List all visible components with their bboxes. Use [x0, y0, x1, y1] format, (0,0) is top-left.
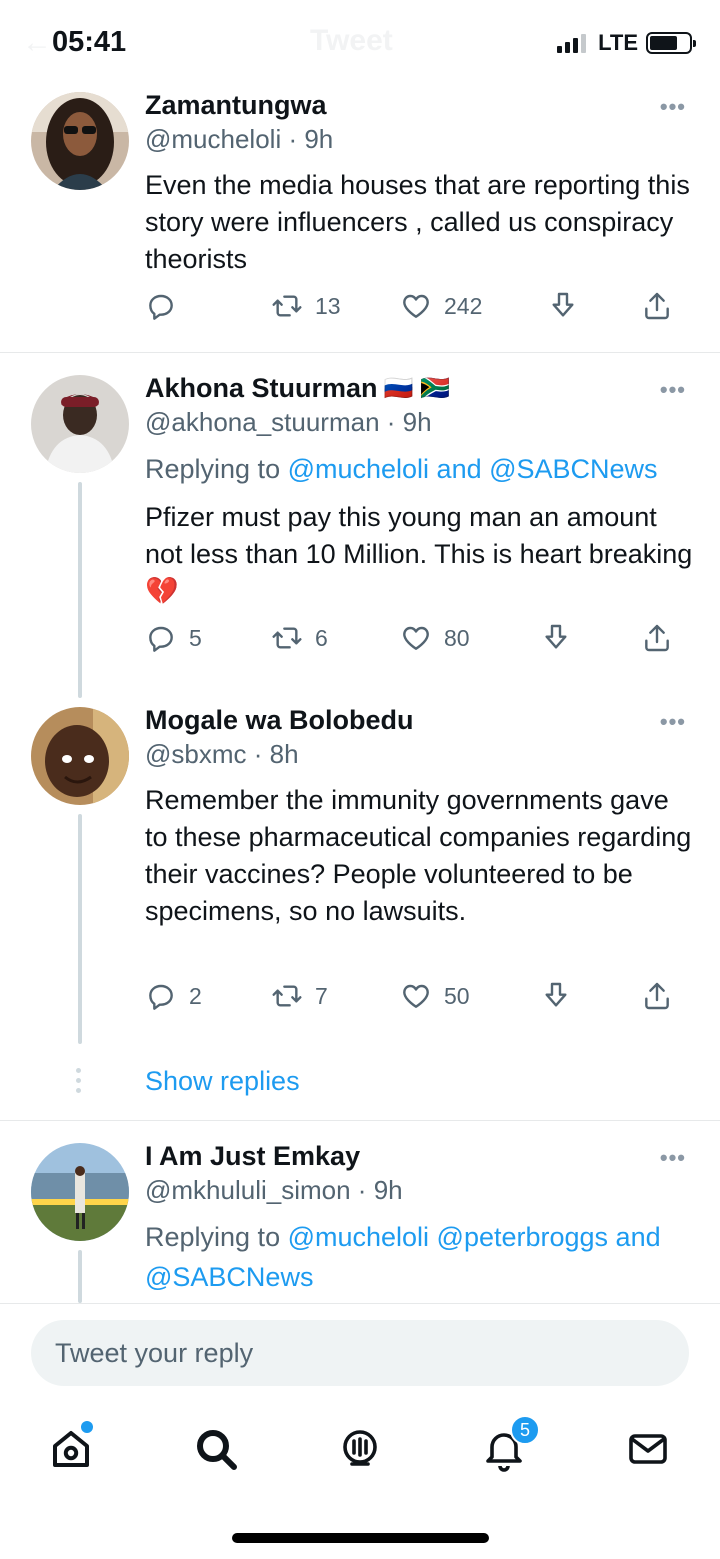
more-options-icon[interactable]: •••: [660, 1145, 686, 1171]
notifications-badge: 5: [510, 1415, 540, 1445]
tab-notifications[interactable]: 5: [480, 1415, 540, 1473]
home-new-dot: [81, 1421, 93, 1433]
reply-composer: [0, 1303, 720, 1403]
reply-input[interactable]: [31, 1320, 689, 1386]
spaces-icon: [343, 1430, 377, 1466]
thread-line: [78, 1250, 82, 1303]
author-name[interactable]: I Am Just Emkay: [145, 1141, 360, 1172]
tweet-i-am-just-emkay[interactable]: I Am Just Emkay ••• @mkhululi_simon · 9h…: [0, 0, 720, 1303]
mail-icon: [629, 1434, 667, 1464]
avatar[interactable]: [31, 1143, 129, 1241]
replying-to: Replying to @mucheloli @peterbroggs and …: [145, 1222, 661, 1292]
tab-search[interactable]: [192, 1425, 240, 1473]
tab-messages[interactable]: [624, 1425, 672, 1473]
home-indicator[interactable]: [232, 1533, 489, 1543]
tab-spaces[interactable]: [336, 1425, 384, 1473]
search-icon: [197, 1430, 237, 1470]
author-handle-time: @mkhululi_simon · 9h: [145, 1175, 403, 1205]
tab-home[interactable]: [47, 1421, 95, 1473]
